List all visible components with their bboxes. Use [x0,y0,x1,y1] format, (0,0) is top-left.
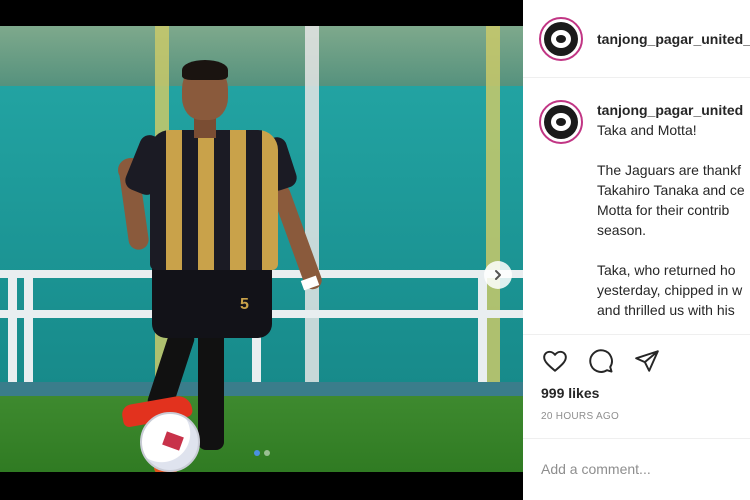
caption-avatar[interactable] [539,100,583,144]
comment-icon [589,349,613,373]
share-icon [635,350,659,372]
photo-railing-post [8,270,17,396]
post-username[interactable]: tanjong_pagar_united_ [597,31,750,47]
caption-line: Taka, who returned ho [597,262,736,278]
football-player: 5 [110,46,350,472]
player-leg [198,330,224,450]
post-header: tanjong_pagar_united_ [523,0,750,78]
player-hair [182,60,228,80]
player-jersey [150,130,278,270]
carousel-indicator [0,450,523,456]
post-photo[interactable]: 5 [0,26,523,472]
post-timestamp: 20 HOURS AGO [541,411,620,422]
player-shorts [152,264,272,338]
carousel-dot-active [253,450,260,456]
avatar[interactable] [539,16,583,61]
caption-line: yesterday, chipped in w [597,282,743,298]
carousel-next-button[interactable] [484,261,512,289]
share-button[interactable] [633,347,661,375]
photo-railing-post [478,270,487,396]
shorts-number: 5 [240,296,249,313]
caption-line: season. [597,222,647,238]
comment-area [523,438,750,500]
carousel-dot [263,450,270,456]
football [140,412,200,472]
chevron-right-icon [495,270,501,280]
photo-railing-post [24,270,33,396]
caption-line: Takahiro Tanaka and ce [597,182,745,198]
comment-button[interactable] [587,347,615,375]
post-actions: 999 likes 20 HOURS AGO [523,334,750,438]
post-side-panel: tanjong_pagar_united_ tanjong_pagar_unit… [523,0,750,500]
like-count[interactable]: 999 likes [541,385,750,401]
caption-line: The Jaguars are thankf [597,162,741,178]
caption-line: Taka and Motta! [597,122,697,138]
caption-line: and thrilled us with his [597,302,735,318]
caption-line: Motta for their contrib [597,202,730,218]
photo-fence-post [486,26,500,386]
caption-username[interactable]: tanjong_pagar_united [597,100,745,120]
heart-icon [543,350,567,372]
comment-input[interactable] [541,461,741,477]
like-button[interactable] [541,347,569,375]
post-caption: tanjong_pagar_united Taka and Motta! The… [523,78,750,334]
